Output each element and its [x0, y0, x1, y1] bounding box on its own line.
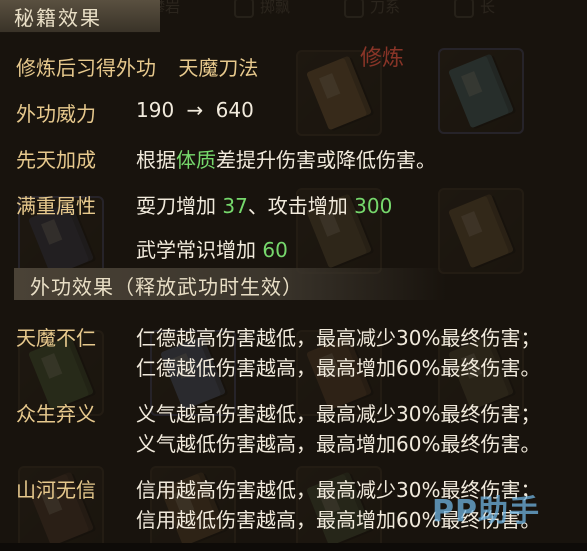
innate-prefix: 根据: [136, 148, 176, 172]
skill-book-tooltip: 秘籍效果 修炼 修炼后习得外功 天魔刀法 外功威力 190 → 640 先天加成…: [0, 0, 587, 551]
full-weight-row: 满重属性 耍刀增加 37、攻击增加 300: [16, 190, 392, 219]
effect-row: 众生弃义: [16, 398, 96, 427]
power-label: 外功威力: [16, 102, 96, 126]
tooltip-header: 秘籍效果: [0, 0, 160, 33]
full-weight-c: 武学常识增加: [136, 238, 256, 262]
effect-line: 义气越高伤害越低，最高减少30%最终伤害；: [136, 402, 541, 426]
effect-label: 天魔不仁: [16, 326, 96, 350]
effects-section-header: 外功效果（释放武功时生效）: [14, 268, 446, 300]
effect-label: 山河无信: [16, 478, 96, 502]
power-row: 外功威力 190 → 640: [16, 98, 254, 127]
effect-row: 天魔不仁: [16, 322, 96, 351]
full-weight-a-value: 37: [222, 194, 248, 218]
full-weight-b-value: 300: [354, 194, 393, 218]
tooltip-title: 秘籍效果: [14, 6, 102, 30]
full-weight-a: 耍刀增加: [136, 194, 216, 218]
bottom-border: [0, 543, 587, 551]
effects-section-title: 外功效果（释放武功时生效）: [30, 275, 303, 299]
cultivation-label: 修炼后习得外功: [16, 56, 156, 80]
watermark-logo: PP助手: [432, 494, 540, 529]
innate-suffix: 差提升伤害或降低伤害。: [216, 148, 436, 172]
full-weight-c-value: 60: [262, 238, 288, 262]
power-to: 640: [215, 98, 254, 122]
innate-value: 根据体质差提升伤害或降低伤害。: [136, 144, 436, 173]
full-weight-line2: 武学常识增加 60: [136, 234, 288, 263]
cultivation-skill: 天魔刀法: [178, 56, 259, 80]
innate-label: 先天加成: [16, 148, 96, 172]
effect-line: 仁德越高伤害越低，最高减少30%最终伤害；: [136, 326, 541, 350]
power-from: 190: [136, 98, 175, 122]
full-weight-line1: 耍刀增加 37、攻击增加 300: [136, 190, 392, 219]
effect-line: 义气越低伤害越高，最高增加60%最终伤害。: [136, 432, 541, 456]
arrow-icon: →: [186, 98, 204, 122]
innate-row: 先天加成 根据体质差提升伤害或降低伤害。: [16, 144, 436, 173]
effect-row: 山河无信: [16, 474, 96, 503]
innate-attribute: 体质: [176, 148, 216, 172]
cultivation-stamp: 修炼: [360, 46, 405, 71]
cultivation-row: 修炼后习得外功 天魔刀法: [16, 52, 258, 81]
power-value: 190 → 640: [136, 98, 254, 122]
effect-label: 众生弃义: [16, 402, 96, 426]
full-weight-label: 满重属性: [16, 194, 96, 218]
effect-line: 仁德越低伤害越高，最高增加60%最终伤害。: [136, 356, 541, 380]
full-weight-sep: 、攻击增加: [247, 194, 348, 218]
